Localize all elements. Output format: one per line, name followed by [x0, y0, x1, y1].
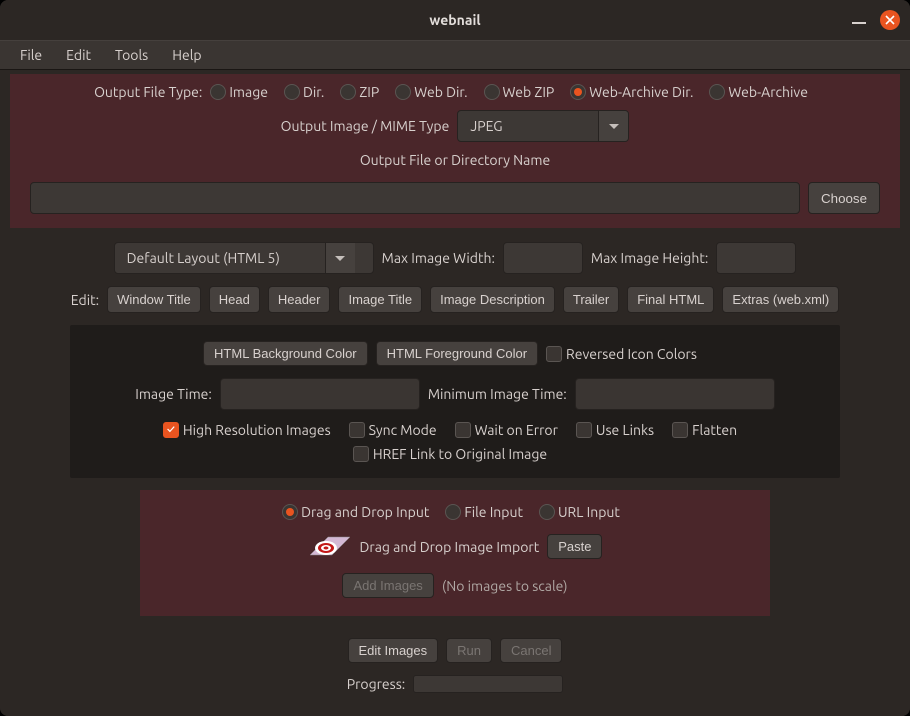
no-images-label: (No images to scale)	[442, 578, 568, 594]
wait-checkbox[interactable]: Wait on Error	[455, 422, 558, 438]
run-button[interactable]: Run	[446, 638, 492, 663]
edit-buttons-row: Edit: Window Title Head Header Image Tit…	[10, 286, 900, 313]
menu-tools[interactable]: Tools	[105, 43, 158, 67]
menu-edit[interactable]: Edit	[56, 43, 101, 67]
cancel-button[interactable]: Cancel	[500, 638, 562, 663]
fg-color-button[interactable]: HTML Foreground Color	[376, 341, 538, 366]
edit-header-button[interactable]: Header	[268, 286, 331, 313]
mime-value: JPEG	[458, 118, 598, 134]
time-row: Image Time: Minimum Image Time:	[80, 378, 830, 410]
action-buttons-row: Edit Images Run Cancel	[10, 638, 900, 663]
main-window: webnail File Edit Tools Help Output File…	[0, 0, 910, 716]
max-height-label: Max Image Height:	[591, 250, 708, 266]
radio-url-input[interactable]: URL Input	[539, 504, 620, 520]
minimize-icon[interactable]	[852, 22, 866, 24]
content: Output File Type: Image Dir. ZIP Web Dir…	[0, 70, 910, 716]
paste-button[interactable]: Paste	[547, 534, 602, 559]
progress-row: Progress:	[10, 675, 900, 693]
output-file-type-label: Output File Type:	[94, 84, 202, 100]
window-title: webnail	[429, 12, 480, 28]
input-mode-row: Drag and Drop Input File Input URL Input	[160, 504, 750, 520]
menu-help[interactable]: Help	[162, 43, 211, 67]
sync-checkbox[interactable]: Sync Mode	[349, 422, 437, 438]
mime-label: Output Image / MIME Type	[281, 118, 450, 134]
progress-bar	[413, 675, 563, 693]
middle-section: Default Layout (HTML 5) Max Image Width:…	[0, 228, 910, 716]
output-file-type-row: Output File Type: Image Dir. ZIP Web Dir…	[20, 84, 890, 100]
edit-extras-button[interactable]: Extras (web.xml)	[722, 286, 839, 313]
href-checkbox[interactable]: HREF Link to Original Image	[353, 446, 547, 462]
progress-label: Progress:	[347, 676, 406, 692]
min-image-time-input[interactable]	[575, 378, 775, 410]
layout-value: Default Layout (HTML 5)	[115, 250, 325, 266]
add-images-row: Add Images (No images to scale)	[160, 573, 750, 598]
menu-file[interactable]: File	[10, 43, 52, 67]
max-width-input[interactable]	[503, 242, 583, 274]
radio-webzip[interactable]: Web ZIP	[484, 84, 555, 100]
window-controls	[852, 10, 900, 30]
dnd-import-row: Drag and Drop Image Import Paste	[160, 534, 750, 559]
radio-dir[interactable]: Dir.	[284, 84, 324, 100]
edit-window-title-button[interactable]: Window Title	[107, 286, 201, 313]
edit-head-button[interactable]: Head	[209, 286, 260, 313]
dnd-import-label: Drag and Drop Image Import	[360, 539, 540, 555]
color-row: HTML Background Color HTML Foreground Co…	[80, 341, 830, 366]
choose-button[interactable]: Choose	[808, 182, 880, 214]
edit-images-button[interactable]: Edit Images	[348, 638, 439, 663]
edit-label: Edit:	[71, 292, 99, 308]
max-height-input[interactable]	[716, 242, 796, 274]
links-checkbox[interactable]: Use Links	[576, 422, 654, 438]
reversed-icons-checkbox[interactable]: Reversed Icon Colors	[546, 346, 697, 362]
radio-dnd-input[interactable]: Drag and Drop Input	[282, 504, 429, 520]
menubar: File Edit Tools Help	[0, 40, 910, 70]
options-panel: HTML Background Color HTML Foreground Co…	[70, 325, 840, 478]
image-time-label: Image Time:	[135, 386, 212, 402]
output-name-input[interactable]	[30, 182, 800, 214]
radio-webarchdir[interactable]: Web-Archive Dir.	[570, 84, 693, 100]
min-image-time-label: Minimum Image Time:	[428, 386, 567, 402]
output-name-label-row: Output File or Directory Name	[20, 152, 890, 168]
image-time-input[interactable]	[220, 378, 420, 410]
output-name-label: Output File or Directory Name	[360, 152, 550, 168]
radio-webarch[interactable]: Web-Archive	[709, 84, 808, 100]
titlebar: webnail	[0, 0, 910, 40]
radio-file-input[interactable]: File Input	[445, 504, 523, 520]
close-icon[interactable]	[880, 10, 900, 30]
chevron-down-icon[interactable]	[325, 243, 355, 273]
flatten-checkbox[interactable]: Flatten	[672, 422, 737, 438]
max-width-label: Max Image Width:	[382, 250, 495, 266]
edit-image-desc-button[interactable]: Image Description	[430, 286, 555, 313]
radio-image[interactable]: Image	[210, 84, 268, 100]
mime-row: Output Image / MIME Type JPEG	[20, 110, 890, 142]
layout-select[interactable]: Default Layout (HTML 5)	[114, 242, 374, 274]
bg-color-button[interactable]: HTML Background Color	[203, 341, 368, 366]
radio-zip[interactable]: ZIP	[340, 84, 379, 100]
highres-checkbox[interactable]: High Resolution Images	[163, 422, 331, 438]
edit-image-title-button[interactable]: Image Title	[338, 286, 422, 313]
layout-row: Default Layout (HTML 5) Max Image Width:…	[10, 242, 900, 274]
radio-webdir[interactable]: Web Dir.	[395, 84, 467, 100]
add-images-button[interactable]: Add Images	[342, 573, 433, 598]
input-panel: Drag and Drop Input File Input URL Input	[140, 490, 770, 616]
output-name-row: Choose	[20, 182, 890, 214]
mime-select[interactable]: JPEG	[457, 110, 629, 142]
bottom-section: Edit Images Run Cancel Progress:	[10, 628, 900, 709]
edit-final-html-button[interactable]: Final HTML	[627, 286, 714, 313]
chevron-down-icon[interactable]	[598, 111, 628, 141]
target-icon	[308, 535, 352, 559]
output-panel: Output File Type: Image Dir. ZIP Web Dir…	[0, 70, 910, 228]
checks-row: High Resolution Images Sync Mode Wait on…	[80, 422, 830, 462]
edit-trailer-button[interactable]: Trailer	[563, 286, 619, 313]
